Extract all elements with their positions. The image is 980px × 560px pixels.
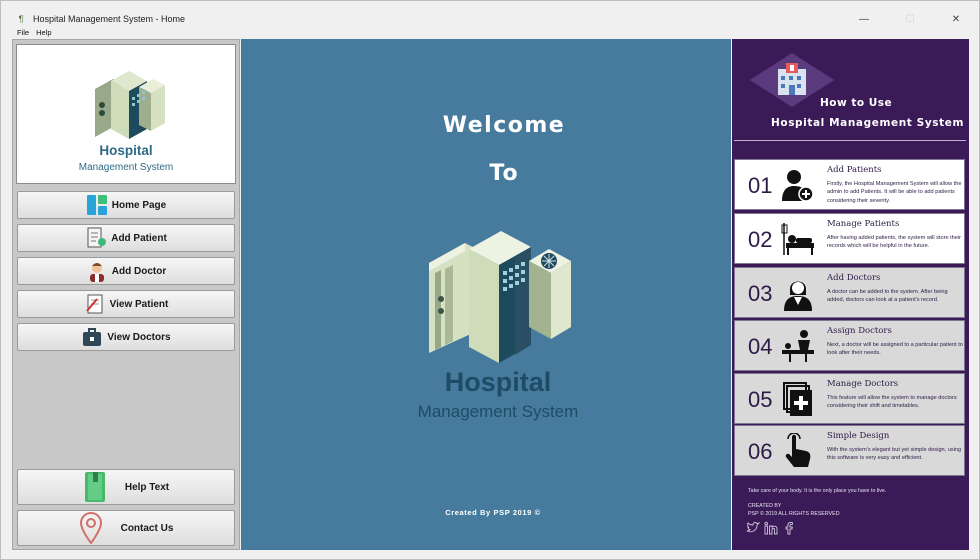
add-patient-icon	[85, 227, 107, 249]
social-links	[746, 521, 800, 535]
tap-hand-icon	[785, 433, 811, 467]
step-02: 02 Manage Patients After having added pa…	[734, 213, 965, 264]
add-patient-button[interactable]: Add Patient	[17, 224, 235, 252]
step-05: 05 Manage Doctors This feature will allo…	[734, 373, 965, 424]
how-to-use-subtitle: Hospital Management System	[771, 117, 965, 129]
step-04: 04 Assign Doctors Next, a doctor will be…	[734, 320, 965, 371]
add-patient-person-icon	[782, 170, 814, 202]
help-book-icon	[83, 471, 107, 503]
step-title: Add Doctors	[827, 273, 881, 283]
step-description: Next, a doctor will be assigned to a par…	[827, 342, 963, 357]
home-page-icon	[86, 194, 108, 216]
home-page-label: Home Page	[111, 199, 167, 211]
doctor-icon	[784, 281, 812, 311]
minimize-button[interactable]: —	[841, 9, 887, 29]
hospital-illustration	[429, 231, 571, 363]
step-title: Simple Design	[827, 431, 890, 441]
view-doctors-button[interactable]: View Doctors	[17, 323, 235, 351]
close-button[interactable]: ✕	[933, 9, 979, 29]
facebook-icon[interactable]	[782, 521, 796, 535]
step-number: 02	[748, 227, 773, 252]
app-icon: ¶	[18, 14, 24, 24]
linkedin-icon[interactable]	[764, 521, 778, 535]
view-patient-button[interactable]: View Patient	[17, 290, 235, 318]
left-sidebar: Hospital Management System Home Page Add…	[12, 39, 240, 550]
title-bar: ¶ Hospital Management System - Home — ☐ …	[1, 9, 979, 29]
maximize-button[interactable]: ☐	[887, 9, 933, 29]
add-doctor-button[interactable]: Add Doctor	[17, 257, 235, 285]
credit-text: Created By PSP 2019 ©	[445, 508, 541, 517]
step-number: 04	[748, 334, 773, 359]
step-01: 01 Add Patients Firstly, the Hospital Ma…	[734, 159, 965, 210]
add-doctor-icon	[86, 260, 108, 282]
created-by-label: CREATED BY	[748, 503, 782, 509]
to-heading: To	[489, 161, 519, 186]
window-title: Hospital Management System - Home	[33, 14, 186, 24]
view-doctors-icon	[81, 326, 103, 348]
rights-text: PSP © 2019 ALL RIGHTS RESERVED	[748, 510, 840, 517]
doctor-patient-icon	[782, 330, 814, 362]
center-subtitle: Management System	[417, 402, 579, 421]
step-title: Manage Patients	[827, 219, 900, 229]
add-patient-label: Add Patient	[111, 232, 167, 244]
help-text-button[interactable]: Help Text	[17, 469, 235, 505]
window-controls: — ☐ ✕	[841, 9, 979, 29]
created-by: CREATED BY PSP © 2019 ALL RIGHTS RESERVE…	[748, 503, 840, 518]
how-to-use-panel: How to Use Hospital Management System 01…	[732, 39, 969, 550]
twitter-icon[interactable]	[746, 521, 761, 535]
step-number: 01	[748, 173, 773, 198]
location-pin-icon	[79, 511, 103, 545]
step-description: With the system's elegant but yet simple…	[827, 447, 962, 462]
menu-file[interactable]: File	[17, 28, 29, 39]
logo-subtitle: Management System	[78, 162, 174, 173]
welcome-heading: Welcome	[442, 113, 566, 138]
step-description: A doctor can be added to the system. Aft…	[827, 289, 948, 304]
logo-title: Hospital	[99, 143, 153, 158]
step-title: Add Patients	[827, 165, 882, 175]
hospital-bed-icon	[781, 223, 814, 255]
add-doctor-label: Add Doctor	[111, 265, 167, 277]
help-text-label: Help Text	[124, 481, 170, 493]
divider	[734, 140, 966, 141]
welcome-panel: Welcome To Hospital Management System Cr…	[241, 39, 731, 550]
hospital-building-logo	[95, 71, 165, 139]
medical-files-icon	[783, 382, 812, 416]
tagline: Take care of your body. It is the only p…	[748, 488, 887, 494]
center-title: Hospital	[444, 367, 552, 397]
step-number: 05	[748, 387, 773, 412]
contact-us-button[interactable]: Contact Us	[17, 510, 235, 546]
step-description: This feature will allow the system to ma…	[827, 395, 957, 410]
step-description: Firstly, the Hospital Management System …	[827, 181, 962, 204]
step-number: 03	[748, 281, 773, 306]
view-doctors-label: View Doctors	[107, 331, 171, 343]
step-description: After having added patients, the system …	[827, 235, 962, 250]
contact-us-label: Contact Us	[120, 522, 174, 534]
home-page-button[interactable]: Home Page	[17, 191, 235, 219]
step-03: 03 Add Doctors A doctor can be added to …	[734, 267, 965, 318]
how-to-use-title: How to Use	[820, 97, 893, 109]
step-06: 06 Simple Design With the system's elega…	[734, 425, 965, 476]
menu-bar: File Help	[1, 28, 979, 39]
view-patient-icon	[84, 293, 106, 315]
view-patient-label: View Patient	[109, 298, 169, 310]
step-number: 06	[748, 439, 773, 464]
menu-help[interactable]: Help	[36, 28, 51, 39]
app-window: ¶ Hospital Management System - Home — ☐ …	[0, 0, 980, 560]
step-title: Assign Doctors	[827, 326, 892, 336]
logo-panel: Hospital Management System	[16, 44, 236, 184]
step-title: Manage Doctors	[827, 379, 899, 389]
